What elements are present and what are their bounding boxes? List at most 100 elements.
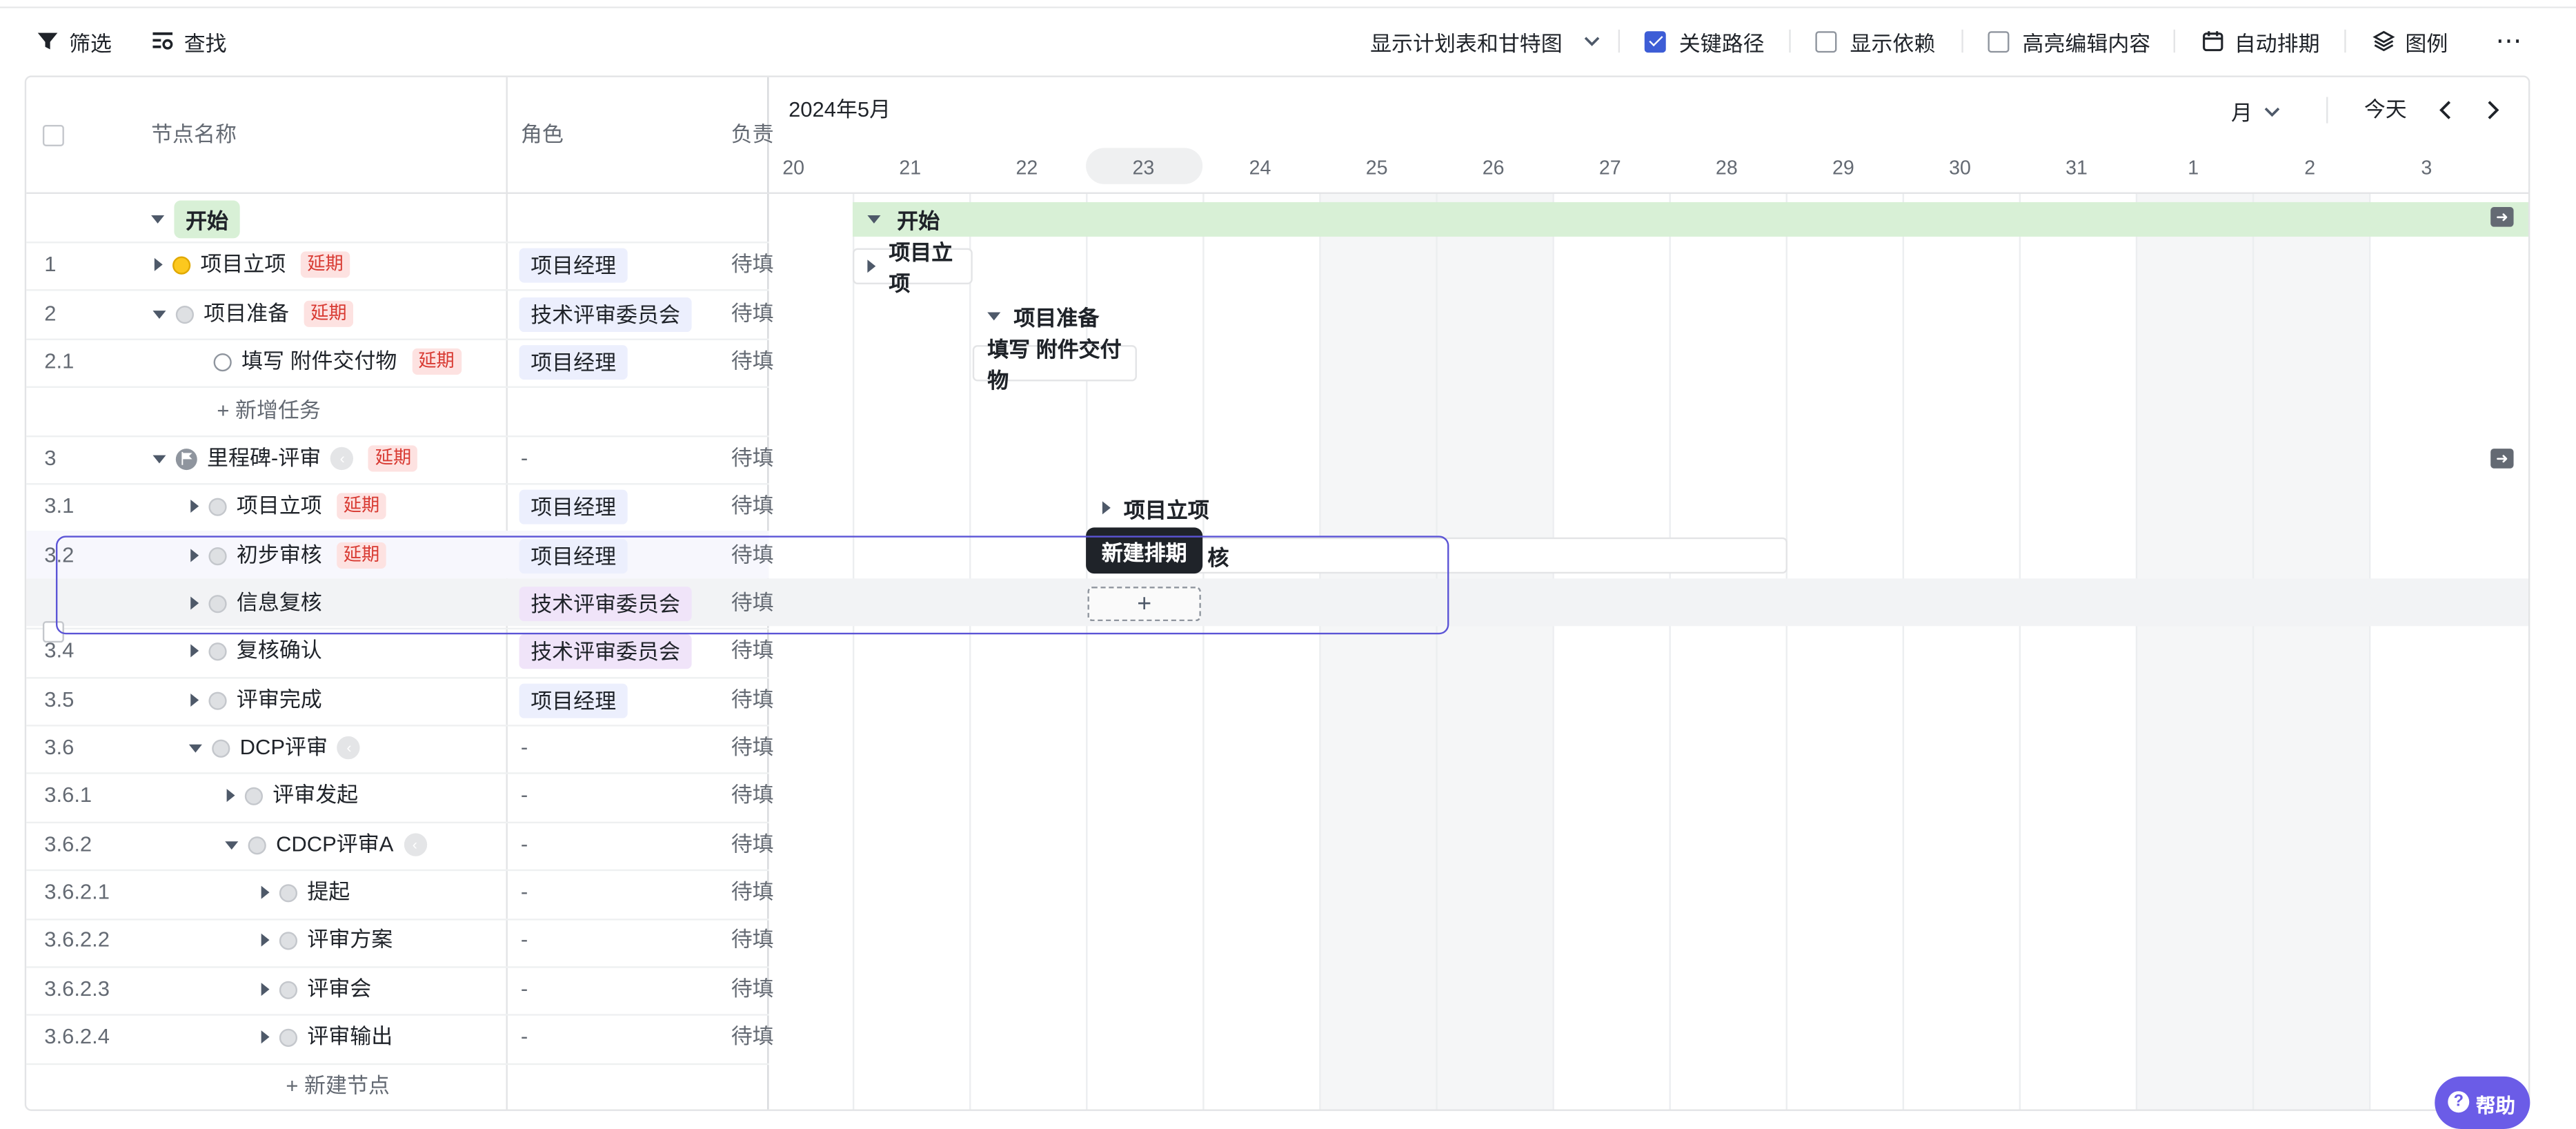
table-row[interactable]: 评审会 (261, 974, 371, 1004)
scroll-to-bar-icon[interactable]: ➜ (2490, 449, 2514, 469)
select-all-checkbox[interactable] (42, 124, 64, 146)
today-button[interactable]: 今天 (2364, 95, 2407, 125)
show-deps-toggle[interactable]: 显示依赖 (1815, 25, 1935, 58)
row-divider (26, 242, 769, 244)
gantt-grid-line (969, 194, 971, 1110)
add-task-button[interactable]: + 新增任务 (217, 396, 321, 426)
role-badge: 项目经理 (519, 489, 628, 524)
table-row[interactable]: 填写 附件交付物 延期 (213, 346, 462, 376)
chevron-right-icon[interactable] (2482, 99, 2502, 121)
collapse-icon[interactable] (152, 454, 166, 463)
highlight-edit-toggle[interactable]: 高亮编辑内容 (1988, 25, 2150, 58)
chevron-down-icon (2264, 106, 2280, 117)
gantt-bar-text: 项目立项 (889, 239, 953, 296)
role-cell: - (520, 445, 528, 471)
expand-icon[interactable] (261, 933, 270, 947)
add-node-button[interactable]: + 新建节点 (286, 1072, 390, 1101)
role-cell: - (520, 1023, 528, 1049)
find-button[interactable]: 查找 (151, 25, 227, 58)
row-number: 3.5 (44, 687, 75, 712)
table-row[interactable]: 项目立项 延期 (190, 491, 386, 521)
gantt-day-label: 30 (1949, 156, 1971, 179)
gantt-bar-proj-init-2[interactable]: 项目立项 (1087, 490, 1235, 526)
table-row[interactable]: 项目立项 延期 (154, 250, 350, 279)
view-mode-select[interactable]: 显示计划表和甘特图 (1370, 25, 1602, 58)
scroll-to-bar-icon[interactable]: ➜ (2490, 207, 2514, 227)
table-row[interactable]: 提起 (261, 878, 350, 907)
delay-tag: 延期 (337, 493, 386, 520)
link-icon: ‹ (403, 833, 427, 856)
legend-button[interactable]: 图例 (2372, 25, 2448, 58)
start-node-label: 开始 (174, 200, 240, 239)
collapse-icon[interactable] (152, 309, 166, 318)
gantt-grid-line (2368, 194, 2371, 1110)
role-cell: - (520, 782, 528, 807)
node-name: 项目立项 (236, 493, 322, 518)
collapse-icon[interactable] (867, 215, 881, 224)
role-badge: 项目经理 (519, 345, 628, 380)
expand-icon[interactable] (1102, 501, 1111, 515)
highlight-edit-checkbox[interactable] (1988, 30, 2010, 52)
node-name: 提起 (307, 879, 350, 904)
layers-icon (2372, 30, 2395, 52)
gantt-bar-fill-attach[interactable]: 填写 附件交付物 (972, 337, 1137, 393)
table-row[interactable]: 复核确认 (190, 636, 322, 666)
more-options-icon[interactable]: ⋯ (2495, 25, 2523, 58)
gantt-day-label: 29 (1832, 156, 1854, 179)
gantt-grid-line (1202, 194, 1205, 1110)
row-number: 3.6.2 (44, 831, 92, 856)
filter-button[interactable]: 筛选 (36, 25, 112, 58)
scale-select[interactable]: 月 (2231, 95, 2282, 126)
table-row[interactable]: DCP评审 ‹ (188, 733, 361, 763)
row-divider (26, 290, 769, 292)
collapse-icon[interactable] (151, 215, 165, 224)
critical-path-checkbox[interactable] (1644, 30, 1666, 52)
expand-icon[interactable] (226, 789, 235, 803)
auto-schedule-button[interactable]: 自动排期 (2201, 25, 2320, 58)
table-row[interactable]: 评审方案 (261, 925, 393, 955)
node-name: CDCP评审A (276, 831, 394, 856)
table-row[interactable]: 开始 (151, 200, 240, 239)
node-name: 项目立项 (200, 251, 286, 277)
owner-cell: 待填 (731, 687, 774, 712)
delay-tag: 延期 (300, 251, 350, 278)
expand-icon[interactable] (261, 983, 270, 997)
status-dot (212, 738, 230, 757)
collapse-icon[interactable] (188, 743, 202, 752)
chevron-left-icon[interactable] (2437, 99, 2457, 121)
status-dot (279, 980, 298, 999)
expand-icon[interactable] (190, 693, 199, 707)
table-row[interactable]: 评审输出 (261, 1022, 393, 1052)
show-deps-label: 显示依赖 (1850, 30, 1936, 55)
view-mode-label: 显示计划表和甘特图 (1370, 30, 1563, 55)
expand-icon[interactable] (261, 1030, 270, 1044)
expand-icon[interactable] (261, 885, 270, 899)
node-name: 项目准备 (204, 300, 290, 326)
row-number: 3.6.2.2 (44, 927, 110, 952)
role-cell: - (520, 879, 528, 904)
row-divider (26, 773, 769, 775)
table-row[interactable]: 评审发起 (226, 781, 358, 810)
table-row[interactable]: 评审完成 (190, 685, 322, 715)
node-name: DCP评审 (239, 734, 328, 760)
show-deps-checkbox[interactable] (1815, 30, 1837, 52)
gantt-bar-start[interactable] (852, 202, 2528, 237)
gantt-bar-proj-init[interactable]: 项目立项 (852, 240, 973, 296)
collapse-icon[interactable] (225, 841, 239, 849)
table-row[interactable]: 项目准备 延期 (152, 299, 354, 328)
row-number: 3.6.2.3 (44, 976, 110, 1001)
collapse-icon[interactable] (987, 311, 1001, 320)
row-divider (26, 1014, 769, 1017)
gantt-bar-proj-prep[interactable]: 项目准备 (973, 297, 1120, 333)
expand-icon[interactable] (190, 499, 199, 513)
scale-label: 月 (2230, 100, 2252, 125)
help-button[interactable]: ? 帮助 (2435, 1076, 2530, 1129)
role-cell: - (520, 831, 528, 856)
expand-icon[interactable] (154, 257, 163, 271)
owner-cell: 待填 (731, 300, 774, 326)
expand-icon[interactable] (190, 644, 199, 658)
table-row[interactable]: CDCP评审A ‹ (225, 830, 427, 860)
expand-icon[interactable] (867, 259, 876, 273)
table-row[interactable]: 里程碑-评审 ‹ 延期 (152, 444, 418, 473)
critical-path-toggle[interactable]: 关键路径 (1644, 25, 1765, 58)
